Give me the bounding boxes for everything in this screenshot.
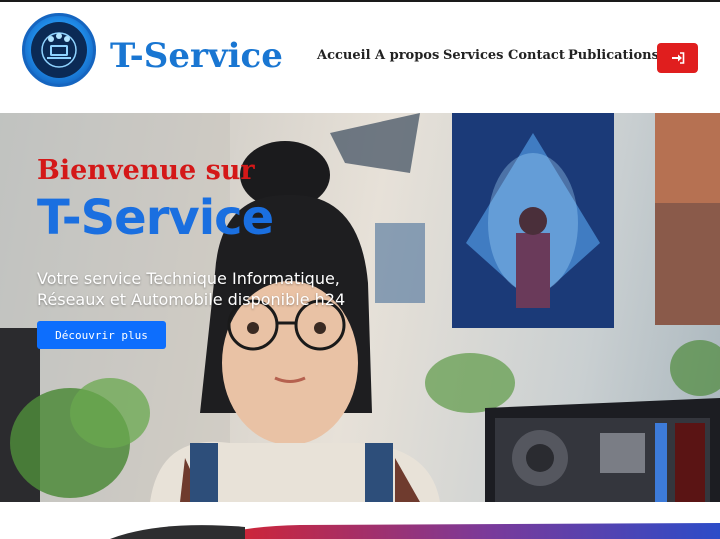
navbar: T-Service Accueil A propos Services Cont… — [0, 2, 720, 113]
hero-tagline: Votre service Technique Informatique, Ré… — [37, 269, 346, 309]
nav-item-services[interactable]: Services — [443, 48, 504, 63]
nav-item-contact[interactable]: Contact — [508, 48, 565, 63]
discover-more-button[interactable]: Découvrir plus — [37, 321, 166, 349]
nav-menu: Accueil A propos Services Contact Public… — [0, 48, 720, 70]
nav-item-publications[interactable]: Publications — [568, 48, 659, 63]
nav-item-accueil[interactable]: Accueil — [317, 48, 371, 63]
nav-item-a-propos[interactable]: A propos — [375, 48, 439, 63]
hero-banner: Bienvenue sur T-Service Votre service Te… — [0, 113, 720, 502]
hero-title: T-Service — [37, 190, 274, 246]
login-button[interactable] — [657, 43, 698, 73]
hero-welcome: Bienvenue sur — [37, 155, 255, 186]
next-section-preview — [0, 502, 720, 539]
sign-in-icon — [671, 49, 685, 68]
